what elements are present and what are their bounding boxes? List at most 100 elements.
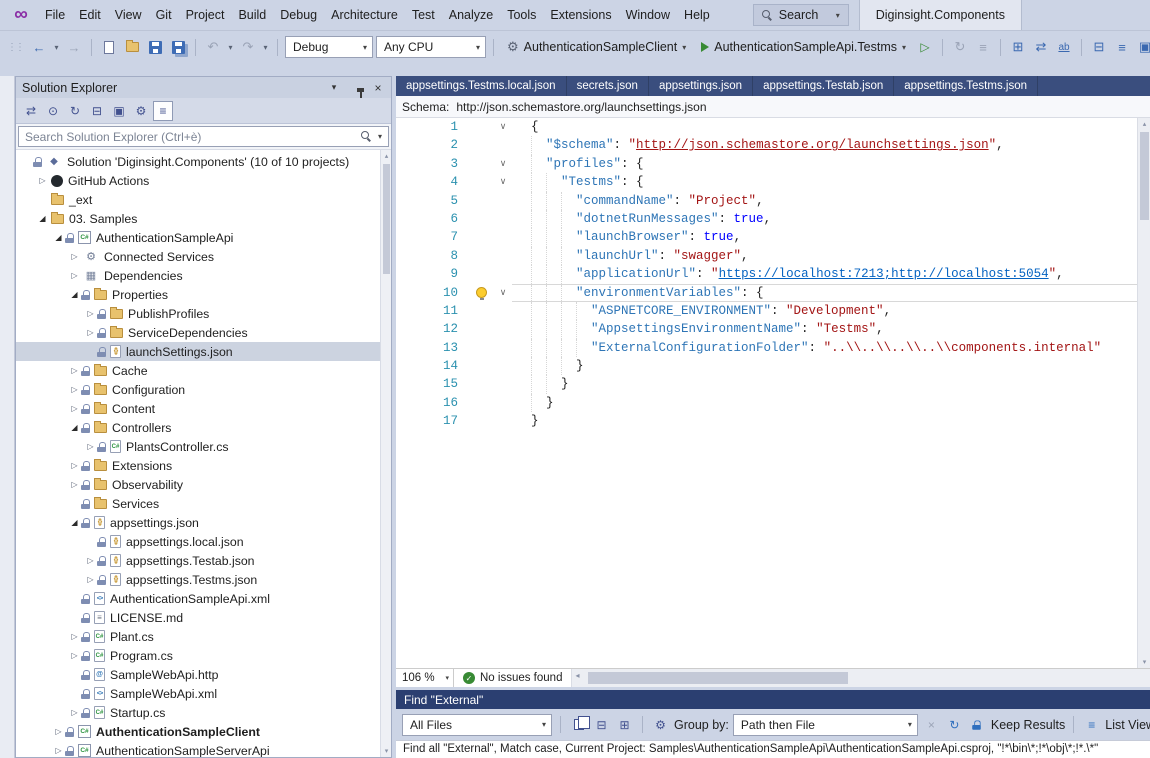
clear-results-icon[interactable]: × — [922, 715, 941, 734]
open-results-in-new-window-icon[interactable] — [569, 715, 588, 734]
sync-with-active-document-icon[interactable]: ⇄ — [21, 101, 41, 121]
tree-item-03-samples[interactable]: ◢03. Samples — [16, 209, 391, 228]
refresh-search-icon[interactable]: ↻ — [945, 715, 964, 734]
expander-icon[interactable]: ▷ — [84, 442, 97, 451]
tree-item-launchsettings-json[interactable]: launchSettings.json — [16, 342, 391, 361]
code-line-14[interactable]: 14} — [396, 357, 1150, 375]
expander-icon[interactable]: ▷ — [52, 746, 65, 755]
tree-item-program-cs[interactable]: ▷Program.cs — [16, 646, 391, 665]
redo-dropdown-icon[interactable]: ▾ — [261, 36, 270, 58]
tree-item-cache[interactable]: ▷Cache — [16, 361, 391, 380]
tree-item-github-actions[interactable]: ▷GitHub Actions — [16, 171, 391, 190]
schema-combo[interactable]: http://json.schemastore.org/launchsettin… — [456, 100, 706, 114]
scroll-down-icon[interactable]: ▾ — [1138, 658, 1150, 666]
code-line-17[interactable]: 17} — [396, 412, 1150, 430]
expander-icon[interactable]: ▷ — [84, 556, 97, 565]
menu-item-view[interactable]: View — [108, 0, 149, 30]
solution-configuration-combo[interactable]: Debug▾ — [285, 36, 373, 58]
tree-item-solution-diginsight-components-10-of-10-projects[interactable]: Solution 'Diginsight.Components' (10 of … — [16, 152, 391, 171]
close-icon[interactable]: × — [371, 81, 385, 95]
expander-icon[interactable]: ◢ — [68, 290, 81, 299]
window-position-chevron-icon[interactable]: ▾ — [327, 82, 341, 93]
save-icon[interactable] — [145, 36, 165, 58]
expander-icon[interactable]: ▷ — [84, 309, 97, 318]
tree-item-samplewebapi-http[interactable]: SampleWebApi.http — [16, 665, 391, 684]
expander-icon[interactable]: ▷ — [84, 328, 97, 337]
tree-item-connected-services[interactable]: ▷Connected Services — [16, 247, 391, 266]
start-debugging-button[interactable]: AuthenticationSampleApi.Testms ▾ — [695, 35, 912, 59]
code-line-13[interactable]: 13"ExternalConfigurationFolder": "..\\..… — [396, 339, 1150, 357]
fold-region-icon[interactable]: ∨ — [494, 155, 512, 173]
find-scope-combo[interactable]: All Files▾ — [402, 714, 552, 736]
expander-icon[interactable]: ▷ — [68, 404, 81, 413]
break-all-icon[interactable]: ≡ — [973, 36, 993, 58]
expander-icon[interactable]: ◢ — [68, 518, 81, 527]
expander-icon[interactable]: ▷ — [68, 480, 81, 489]
menu-item-tools[interactable]: Tools — [500, 0, 543, 30]
code-line-11[interactable]: 11"ASPNETCORE_ENVIRONMENT": "Development… — [396, 302, 1150, 320]
filter-settings-icon[interactable]: ⚙ — [651, 715, 670, 734]
redo-icon[interactable]: ↷ — [238, 36, 258, 58]
menu-item-build[interactable]: Build — [231, 0, 273, 30]
health-indicator[interactable]: ✓ No issues found — [454, 672, 571, 684]
tree-item-configuration[interactable]: ▷Configuration — [16, 380, 391, 399]
tree-item-content[interactable]: ▷Content — [16, 399, 391, 418]
wrench-icon[interactable]: ⚙ — [131, 101, 151, 121]
code-line-10[interactable]: 10∨"environmentVariables": { — [396, 284, 1150, 302]
expander-icon[interactable]: ▷ — [68, 708, 81, 717]
code-line-2[interactable]: 2"$schema": "http://json.schemastore.org… — [396, 136, 1150, 154]
keep-results-label[interactable]: Keep Results — [991, 718, 1065, 732]
scrollbar-thumb[interactable] — [588, 672, 848, 684]
expander-icon[interactable]: ▷ — [84, 575, 97, 584]
menu-item-extensions[interactable]: Extensions — [543, 0, 618, 30]
tree-item-appsettings-local-json[interactable]: appsettings.local.json — [16, 532, 391, 551]
show-all-files-icon[interactable]: ▣ — [109, 101, 129, 121]
chevron-down-icon[interactable]: ▾ — [378, 132, 382, 141]
document-tab-appsettings-testms-json[interactable]: appsettings.Testms.json — [894, 76, 1038, 96]
find-in-files-icon[interactable]: ⊞ — [1008, 36, 1028, 58]
tree-item-extensions[interactable]: ▷Extensions — [16, 456, 391, 475]
menu-item-project[interactable]: Project — [179, 0, 232, 30]
tree-item-authenticationsampleserverapi[interactable]: ▷AuthenticationSampleServerApi — [16, 741, 391, 757]
fold-region-icon[interactable]: ∨ — [494, 173, 512, 191]
list-view-icon[interactable]: ≡ — [1082, 715, 1101, 734]
scrollbar-thumb[interactable] — [1140, 132, 1149, 220]
expander-icon[interactable]: ▷ — [52, 727, 65, 736]
refresh-icon[interactable]: ↻ — [65, 101, 85, 121]
menu-item-edit[interactable]: Edit — [72, 0, 108, 30]
tree-item-dependencies[interactable]: ▷Dependencies — [16, 266, 391, 285]
tree-item-authenticationsampleapi-xml[interactable]: AuthenticationSampleApi.xml — [16, 589, 391, 608]
expander-icon[interactable]: ◢ — [52, 233, 65, 242]
code-line-8[interactable]: 8"launchUrl": "swagger", — [396, 247, 1150, 265]
undo-icon[interactable]: ↶ — [203, 36, 223, 58]
tree-item-startup-cs[interactable]: ▷Startup.cs — [16, 703, 391, 722]
expand-results-icon[interactable]: ⊞ — [615, 715, 634, 734]
scroll-down-icon[interactable]: ▾ — [381, 747, 391, 755]
line-numbers-icon[interactable]: ≡ — [1112, 36, 1132, 58]
expander-icon[interactable]: ▷ — [68, 651, 81, 660]
tree-item-services[interactable]: Services — [16, 494, 391, 513]
code-line-9[interactable]: 9"applicationUrl": "https://localhost:72… — [396, 265, 1150, 283]
tree-item-plantscontroller-cs[interactable]: ▷PlantsController.cs — [16, 437, 391, 456]
menu-item-git[interactable]: Git — [149, 0, 179, 30]
code-line-1[interactable]: 1∨{ — [396, 118, 1150, 136]
document-tab-secrets-json[interactable]: secrets.json — [567, 76, 649, 96]
tree-item-appsettings-testab-json[interactable]: ▷appsettings.Testab.json — [16, 551, 391, 570]
open-file-icon[interactable] — [122, 36, 142, 58]
code-line-16[interactable]: 16} — [396, 394, 1150, 412]
tree-item-controllers[interactable]: ◢Controllers — [16, 418, 391, 437]
code-line-6[interactable]: 6"dotnetRunMessages": true, — [396, 210, 1150, 228]
hot-reload-icon[interactable]: ↻ — [950, 36, 970, 58]
code-line-7[interactable]: 7"launchBrowser": true, — [396, 228, 1150, 246]
fold-region-icon[interactable]: ∨ — [494, 284, 512, 302]
fold-region-icon[interactable]: ∨ — [494, 118, 512, 136]
find-results-header[interactable]: Find "External" — [396, 690, 1150, 709]
menu-item-window[interactable]: Window — [619, 0, 677, 30]
start-without-debugging-icon[interactable]: ▷ — [915, 36, 935, 58]
new-file-icon[interactable] — [99, 36, 119, 58]
expander-icon[interactable]: ▷ — [68, 271, 81, 280]
collapse-all-icon[interactable]: ⊟ — [87, 101, 107, 121]
solution-name-tab[interactable]: Diginsight.Components — [859, 0, 1022, 30]
chevron-down-icon[interactable]: ▾ — [836, 11, 840, 20]
tree-item-publishprofiles[interactable]: ▷PublishProfiles — [16, 304, 391, 323]
